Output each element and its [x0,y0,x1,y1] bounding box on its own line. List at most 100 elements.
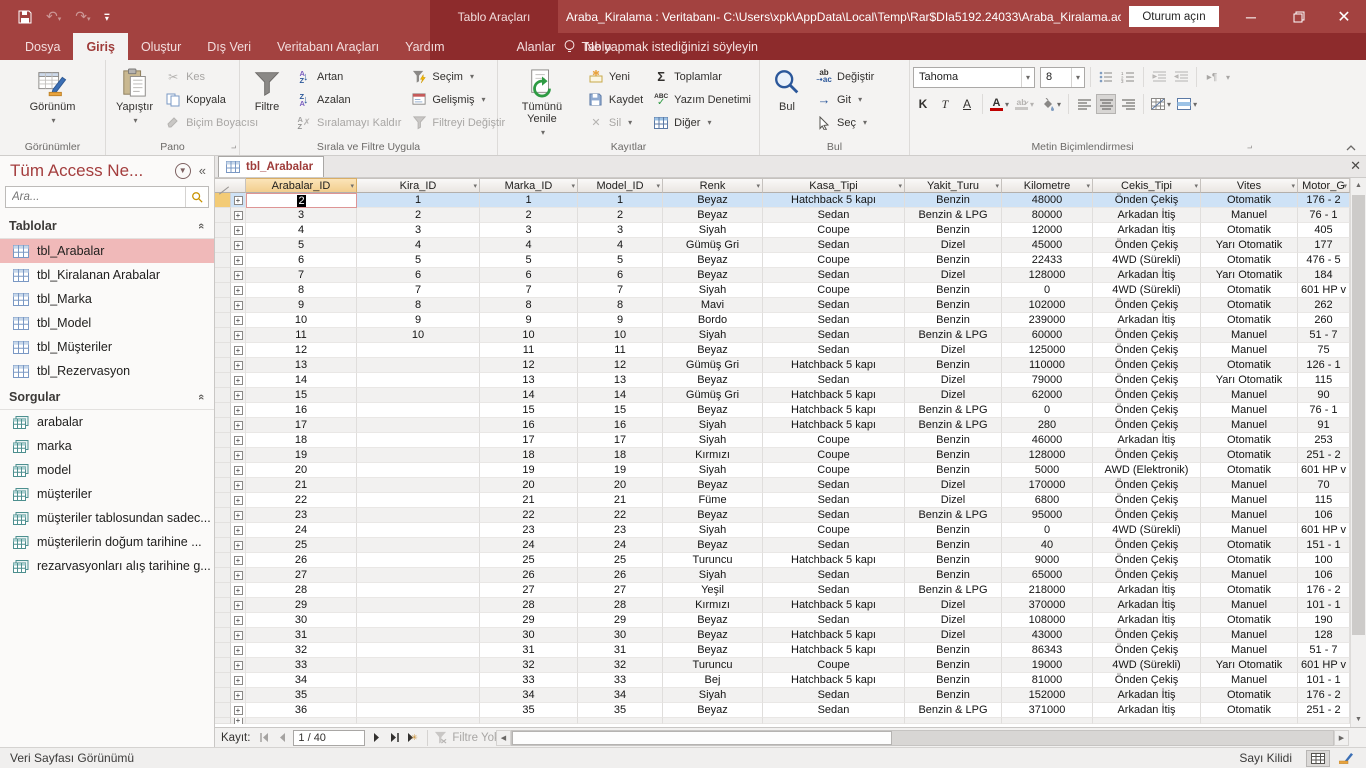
cell[interactable] [357,553,480,568]
cell[interactable] [663,718,763,724]
cell[interactable]: Sedan [763,313,905,328]
cell[interactable]: Coupe [763,433,905,448]
cell[interactable]: Önden Çekiş [1093,403,1201,418]
column-dropdown-icon[interactable]: ▾ [656,182,660,190]
cell[interactable]: 126 - 1 [1298,358,1350,373]
cell[interactable]: 35 [480,703,578,718]
tab-veritabani-araclari[interactable]: Veritabanı Araçları [264,33,392,60]
cell[interactable]: Arkadan İtiş [1093,208,1201,223]
cell[interactable]: 10 [480,328,578,343]
cell[interactable]: Hatchback 5 kapı [763,418,905,433]
cell[interactable]: 11 [578,343,663,358]
cell[interactable]: 184 [1298,268,1350,283]
cell[interactable]: 19 [480,463,578,478]
cell[interactable]: 601 HP v [1298,523,1350,538]
cell[interactable]: 170000 [1002,478,1093,493]
nav-item-query[interactable]: rezarvasyonları alış tarihine g... [0,554,214,578]
cell[interactable]: Otomatik [1201,298,1298,313]
cell[interactable]: Dizel [905,613,1002,628]
paste-button[interactable]: Yapıştır ▾ [109,63,160,131]
cell[interactable]: Bej [663,673,763,688]
cell[interactable]: 4 [246,223,357,238]
cell[interactable]: 115 [1298,373,1350,388]
increase-indent-button[interactable] [1171,67,1191,87]
first-record-button[interactable] [255,729,273,747]
row-selector[interactable] [215,643,231,658]
cell[interactable]: 176 - 2 [1298,688,1350,703]
cell[interactable]: 12 [246,343,357,358]
cell[interactable]: Gümüş Gri [663,238,763,253]
cell[interactable]: 19 [246,448,357,463]
column-header[interactable]: Kasa_Tipi▾ [763,178,905,193]
cell[interactable]: Hatchback 5 kapı [763,598,905,613]
row-selector[interactable] [215,418,231,433]
cell[interactable]: Otomatik [1201,313,1298,328]
cell[interactable]: Coupe [763,223,905,238]
tab-dosya[interactable]: Dosya [12,33,73,60]
row-selector[interactable] [215,478,231,493]
nav-item-table[interactable]: tbl_Marka [0,287,214,311]
cell[interactable]: Benzin [905,688,1002,703]
nav-search-input[interactable] [6,191,185,203]
cell[interactable]: 5000 [1002,463,1093,478]
cell[interactable]: Önden Çekiş [1093,538,1201,553]
cell[interactable]: 17 [480,433,578,448]
cell[interactable]: Otomatik [1201,433,1298,448]
cell[interactable]: 33 [578,673,663,688]
cell[interactable]: 13 [578,373,663,388]
cell[interactable]: 15 [246,388,357,403]
cell[interactable]: 90 [1298,388,1350,403]
cell[interactable]: 25 [578,553,663,568]
row-selector[interactable] [215,433,231,448]
cell[interactable]: 79000 [1002,373,1093,388]
row-selector[interactable] [215,448,231,463]
cell[interactable]: Otomatik [1201,463,1298,478]
cell[interactable]: Benzin & LPG [905,508,1002,523]
cell[interactable]: Manuel [1201,343,1298,358]
cell[interactable]: 6 [480,268,578,283]
cell[interactable]: 51 - 7 [1298,643,1350,658]
cell[interactable]: 2 [357,208,480,223]
cell[interactable]: Otomatik [1201,538,1298,553]
cell[interactable]: 30 [480,628,578,643]
cell[interactable]: 28 [480,598,578,613]
cell[interactable]: Siyah [663,223,763,238]
cell[interactable]: Dizel [905,478,1002,493]
cell[interactable]: 24 [480,538,578,553]
cell[interactable]: Benzin [905,553,1002,568]
cell[interactable]: Benzin [905,673,1002,688]
cell[interactable]: 45000 [1002,238,1093,253]
cell[interactable]: Hatchback 5 kapı [763,673,905,688]
scroll-up-icon[interactable]: ▲ [1351,178,1366,193]
cell[interactable]: 21 [480,493,578,508]
cell[interactable]: 27 [246,568,357,583]
expand-row-button[interactable]: + [234,601,243,610]
cell[interactable]: Benzin [905,283,1002,298]
cell[interactable]: 14 [246,373,357,388]
cell[interactable]: Önden Çekiş [1093,628,1201,643]
cell[interactable]: Manuel [1201,523,1298,538]
cell[interactable]: Arkadan İtiş [1093,703,1201,718]
row-selector[interactable] [215,283,231,298]
cell[interactable]: 26 [578,568,663,583]
cell[interactable]: Coupe [763,523,905,538]
cell[interactable]: Coupe [763,463,905,478]
expand-row-button[interactable]: + [234,301,243,310]
cell[interactable]: Otomatik [1201,223,1298,238]
cell[interactable]: Otomatik [1201,583,1298,598]
design-view-button[interactable] [1334,750,1358,767]
cell[interactable]: Hatchback 5 kapı [763,403,905,418]
nav-item-table[interactable]: tbl_Model [0,311,214,335]
last-record-button[interactable] [385,729,403,747]
nav-item-table[interactable]: tbl_Müşteriler [0,335,214,359]
cell[interactable]: 253 [1298,433,1350,448]
row-selector[interactable] [215,313,231,328]
cell[interactable]: Dizel [905,268,1002,283]
cell[interactable]: Manuel [1201,673,1298,688]
cell[interactable]: Beyaz [663,343,763,358]
cell[interactable]: 4 [578,238,663,253]
column-header[interactable]: Cekis_Tipi▾ [1093,178,1201,193]
expand-row-button[interactable]: + [234,496,243,505]
cell[interactable]: 5 [480,253,578,268]
cell[interactable]: 32 [480,658,578,673]
